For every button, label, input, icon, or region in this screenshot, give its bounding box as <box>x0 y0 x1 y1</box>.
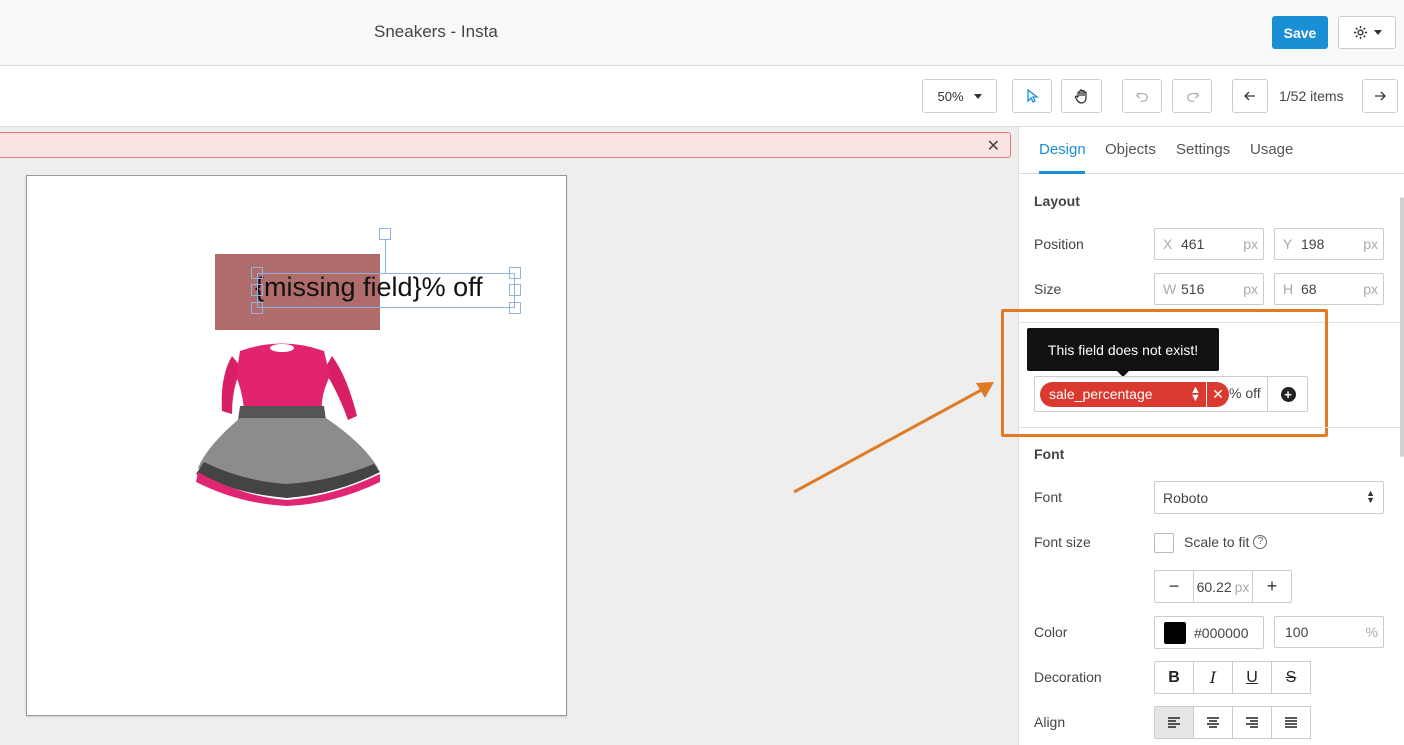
align-buttons <box>1154 706 1311 739</box>
align-justify-button[interactable] <box>1271 706 1311 739</box>
font-family-select[interactable]: Roboto ▲ ▼ <box>1154 481 1384 514</box>
align-center-button[interactable] <box>1193 706 1233 739</box>
document-title: Sneakers - Insta <box>374 22 498 41</box>
opacity-field[interactable]: 100 % <box>1274 616 1384 648</box>
position-label: Position <box>1034 236 1084 252</box>
tab-usage[interactable]: Usage <box>1250 141 1293 158</box>
artboard[interactable]: {missing field}% off <box>26 175 567 716</box>
rotation-line <box>385 240 386 273</box>
annotation-arrow <box>793 382 994 494</box>
decoration-buttons: B I U S <box>1154 661 1311 694</box>
zoom-value: 50% <box>937 88 964 104</box>
select-arrows-icon: ▲ ▼ <box>1366 488 1375 505</box>
align-justify-icon <box>1285 716 1297 728</box>
font-size-stepper[interactable]: − 60.22 px + <box>1154 570 1292 603</box>
align-center-icon <box>1207 716 1219 728</box>
product-image[interactable] <box>192 336 382 506</box>
rotate-handle[interactable] <box>379 228 391 240</box>
size-label: Size <box>1034 281 1062 297</box>
undo-button[interactable] <box>1122 79 1162 113</box>
scale-to-fit-checkbox[interactable] <box>1154 533 1174 553</box>
editor-toolbar: 50% 1/52 items <box>0 66 1404 127</box>
color-label: Color <box>1034 624 1068 640</box>
chevron-down-icon <box>973 93 982 99</box>
next-item-button[interactable] <box>1362 79 1398 113</box>
font-size-label: Font size <box>1034 534 1091 550</box>
arrow-right-icon <box>1375 91 1386 101</box>
resize-handle-bottom-right[interactable] <box>509 302 521 314</box>
x-field[interactable]: X 461 px <box>1154 228 1264 260</box>
select-tool-button[interactable] <box>1012 79 1052 113</box>
section-divider <box>1019 427 1401 428</box>
font-size-value[interactable]: 60.22 <box>1197 579 1232 595</box>
properties-panel: Design Objects Settings Usage Layout Pos… <box>1001 127 1404 745</box>
chevron-down-icon <box>1373 30 1382 35</box>
close-icon[interactable]: ✕ <box>987 136 1000 156</box>
resize-handle-top-right[interactable] <box>509 267 521 279</box>
font-section-title: Font <box>1034 446 1065 462</box>
pan-tool-button[interactable] <box>1061 79 1102 113</box>
color-field[interactable]: #000000 <box>1154 616 1264 649</box>
decoration-label: Decoration <box>1034 669 1102 685</box>
hand-icon <box>1074 89 1087 104</box>
help-icon[interactable]: ? <box>1253 535 1268 549</box>
resize-handle-top-left[interactable] <box>251 267 263 279</box>
settings-dropdown-button[interactable] <box>1338 16 1396 49</box>
redo-button[interactable] <box>1172 79 1212 113</box>
previous-item-button[interactable] <box>1232 79 1268 113</box>
tab-objects[interactable]: Objects <box>1105 141 1156 158</box>
strikethrough-button[interactable]: S <box>1271 661 1311 694</box>
color-swatch[interactable] <box>1164 621 1186 644</box>
app-header: Sneakers - Insta Save <box>0 0 1404 66</box>
layout-section-title: Layout <box>1034 193 1080 209</box>
arrow-left-icon <box>1244 91 1255 101</box>
zoom-select[interactable]: 50% <box>922 79 997 113</box>
increase-font-size-button[interactable]: + <box>1253 571 1291 602</box>
decrease-font-size-button[interactable]: − <box>1155 571 1193 602</box>
tab-design[interactable]: Design <box>1039 141 1086 158</box>
undo-icon <box>1135 91 1148 102</box>
redo-icon <box>1186 91 1199 102</box>
align-right-icon <box>1246 716 1258 728</box>
y-field[interactable]: Y 198 px <box>1274 228 1384 260</box>
align-left-button[interactable] <box>1154 706 1194 739</box>
gear-icon <box>1353 25 1367 40</box>
italic-button[interactable]: I <box>1193 661 1233 694</box>
scale-to-fit-option: Scale to fit ? <box>1184 534 1268 550</box>
panel-scrollbar[interactable] <box>1400 197 1404 457</box>
align-left-icon <box>1168 716 1180 728</box>
resize-handle-right[interactable] <box>509 284 521 296</box>
font-label: Font <box>1034 489 1063 505</box>
width-field[interactable]: W 516 px <box>1154 273 1264 305</box>
align-label: Align <box>1034 714 1066 730</box>
underline-button[interactable]: U <box>1232 661 1272 694</box>
align-right-button[interactable] <box>1232 706 1272 739</box>
cursor-icon <box>1027 89 1039 103</box>
height-field[interactable]: H 68 px <box>1274 273 1384 305</box>
active-tab-indicator <box>1039 171 1085 174</box>
selection-box <box>257 273 515 308</box>
resize-handle-bottom-left[interactable] <box>251 302 263 314</box>
panel-tabs: Design Objects Settings Usage <box>1019 127 1404 174</box>
annotation-highlight-box <box>1001 309 1328 437</box>
error-banner: ✕ <box>0 132 1011 158</box>
pager-label: 1/52 items <box>1279 88 1344 104</box>
save-button[interactable]: Save <box>1272 16 1328 49</box>
tab-settings[interactable]: Settings <box>1176 141 1230 158</box>
bold-button[interactable]: B <box>1154 661 1194 694</box>
scale-to-fit-label: Scale to fit <box>1184 534 1250 550</box>
resize-handle-left[interactable] <box>251 284 263 296</box>
